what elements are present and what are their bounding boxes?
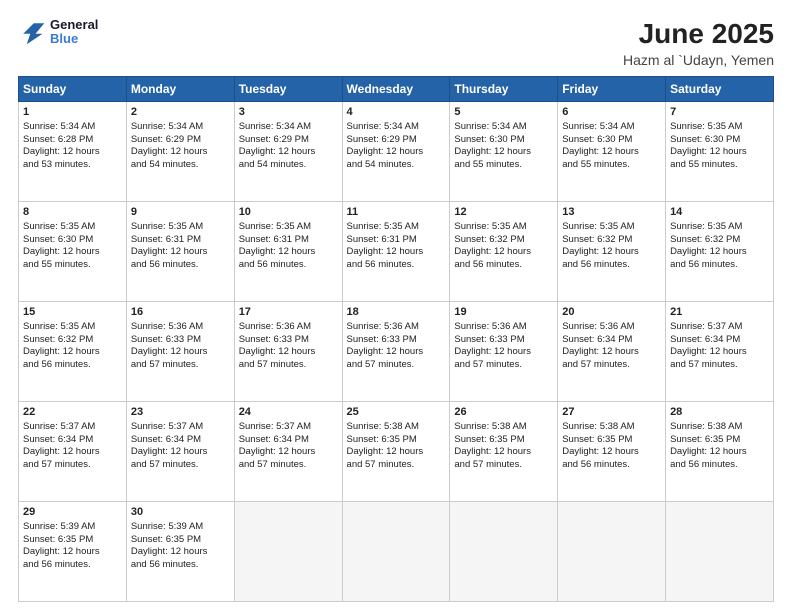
logo: General Blue bbox=[18, 18, 98, 47]
calendar-cell: 30Sunrise: 5:39 AMSunset: 6:35 PMDayligh… bbox=[126, 502, 234, 602]
calendar-cell: 15Sunrise: 5:35 AMSunset: 6:32 PMDayligh… bbox=[19, 302, 127, 402]
day-number: 5 bbox=[454, 105, 553, 120]
logo-icon bbox=[18, 18, 46, 46]
day-number: 30 bbox=[131, 505, 230, 520]
header: General Blue June 2025 Hazm al `Udayn, Y… bbox=[18, 18, 774, 68]
day-number: 29 bbox=[23, 505, 122, 520]
day-number: 27 bbox=[562, 405, 661, 420]
week-row-2: 8Sunrise: 5:35 AMSunset: 6:30 PMDaylight… bbox=[19, 202, 774, 302]
day-number: 19 bbox=[454, 305, 553, 320]
calendar-cell: 24Sunrise: 5:37 AMSunset: 6:34 PMDayligh… bbox=[234, 402, 342, 502]
day-number: 12 bbox=[454, 205, 553, 220]
weekday-header-sunday: Sunday bbox=[19, 77, 127, 102]
weekday-header-thursday: Thursday bbox=[450, 77, 558, 102]
calendar-cell: 19Sunrise: 5:36 AMSunset: 6:33 PMDayligh… bbox=[450, 302, 558, 402]
calendar-cell: 9Sunrise: 5:35 AMSunset: 6:31 PMDaylight… bbox=[126, 202, 234, 302]
calendar-cell bbox=[342, 502, 450, 602]
day-number: 7 bbox=[670, 105, 769, 120]
calendar-cell: 7Sunrise: 5:35 AMSunset: 6:30 PMDaylight… bbox=[666, 102, 774, 202]
day-number: 15 bbox=[23, 305, 122, 320]
calendar-cell: 4Sunrise: 5:34 AMSunset: 6:29 PMDaylight… bbox=[342, 102, 450, 202]
day-number: 11 bbox=[347, 205, 446, 220]
logo-line1: General bbox=[50, 18, 98, 32]
calendar-cell bbox=[450, 502, 558, 602]
day-number: 13 bbox=[562, 205, 661, 220]
calendar-cell: 29Sunrise: 5:39 AMSunset: 6:35 PMDayligh… bbox=[19, 502, 127, 602]
calendar-cell: 8Sunrise: 5:35 AMSunset: 6:30 PMDaylight… bbox=[19, 202, 127, 302]
day-number: 6 bbox=[562, 105, 661, 120]
day-number: 24 bbox=[239, 405, 338, 420]
calendar-cell: 12Sunrise: 5:35 AMSunset: 6:32 PMDayligh… bbox=[450, 202, 558, 302]
title-area: June 2025 Hazm al `Udayn, Yemen bbox=[623, 18, 774, 68]
week-row-1: 1Sunrise: 5:34 AMSunset: 6:28 PMDaylight… bbox=[19, 102, 774, 202]
day-number: 10 bbox=[239, 205, 338, 220]
day-number: 1 bbox=[23, 105, 122, 120]
logo-line2: Blue bbox=[50, 32, 98, 46]
day-number: 22 bbox=[23, 405, 122, 420]
weekday-header-saturday: Saturday bbox=[666, 77, 774, 102]
day-number: 9 bbox=[131, 205, 230, 220]
day-number: 17 bbox=[239, 305, 338, 320]
calendar-cell: 2Sunrise: 5:34 AMSunset: 6:29 PMDaylight… bbox=[126, 102, 234, 202]
day-number: 21 bbox=[670, 305, 769, 320]
day-number: 14 bbox=[670, 205, 769, 220]
day-number: 16 bbox=[131, 305, 230, 320]
calendar-cell bbox=[558, 502, 666, 602]
calendar-cell bbox=[666, 502, 774, 602]
day-number: 20 bbox=[562, 305, 661, 320]
calendar-cell: 6Sunrise: 5:34 AMSunset: 6:30 PMDaylight… bbox=[558, 102, 666, 202]
day-number: 25 bbox=[347, 405, 446, 420]
calendar-cell: 1Sunrise: 5:34 AMSunset: 6:28 PMDaylight… bbox=[19, 102, 127, 202]
calendar-cell: 20Sunrise: 5:36 AMSunset: 6:34 PMDayligh… bbox=[558, 302, 666, 402]
calendar-cell: 13Sunrise: 5:35 AMSunset: 6:32 PMDayligh… bbox=[558, 202, 666, 302]
day-number: 3 bbox=[239, 105, 338, 120]
location-title: Hazm al `Udayn, Yemen bbox=[623, 52, 774, 68]
day-number: 28 bbox=[670, 405, 769, 420]
week-row-4: 22Sunrise: 5:37 AMSunset: 6:34 PMDayligh… bbox=[19, 402, 774, 502]
calendar-cell: 17Sunrise: 5:36 AMSunset: 6:33 PMDayligh… bbox=[234, 302, 342, 402]
week-row-3: 15Sunrise: 5:35 AMSunset: 6:32 PMDayligh… bbox=[19, 302, 774, 402]
day-number: 23 bbox=[131, 405, 230, 420]
weekday-header-row: SundayMondayTuesdayWednesdayThursdayFrid… bbox=[19, 77, 774, 102]
month-title: June 2025 bbox=[623, 18, 774, 50]
day-number: 18 bbox=[347, 305, 446, 320]
calendar-cell: 10Sunrise: 5:35 AMSunset: 6:31 PMDayligh… bbox=[234, 202, 342, 302]
calendar-cell bbox=[234, 502, 342, 602]
logo-text: General Blue bbox=[50, 18, 98, 47]
calendar-cell: 28Sunrise: 5:38 AMSunset: 6:35 PMDayligh… bbox=[666, 402, 774, 502]
weekday-header-monday: Monday bbox=[126, 77, 234, 102]
day-number: 8 bbox=[23, 205, 122, 220]
calendar-cell: 18Sunrise: 5:36 AMSunset: 6:33 PMDayligh… bbox=[342, 302, 450, 402]
calendar-cell: 27Sunrise: 5:38 AMSunset: 6:35 PMDayligh… bbox=[558, 402, 666, 502]
day-number: 26 bbox=[454, 405, 553, 420]
week-row-5: 29Sunrise: 5:39 AMSunset: 6:35 PMDayligh… bbox=[19, 502, 774, 602]
calendar-table: SundayMondayTuesdayWednesdayThursdayFrid… bbox=[18, 76, 774, 602]
day-number: 2 bbox=[131, 105, 230, 120]
calendar-cell: 22Sunrise: 5:37 AMSunset: 6:34 PMDayligh… bbox=[19, 402, 127, 502]
page: General Blue June 2025 Hazm al `Udayn, Y… bbox=[0, 0, 792, 612]
weekday-header-friday: Friday bbox=[558, 77, 666, 102]
calendar-cell: 26Sunrise: 5:38 AMSunset: 6:35 PMDayligh… bbox=[450, 402, 558, 502]
calendar-cell: 25Sunrise: 5:38 AMSunset: 6:35 PMDayligh… bbox=[342, 402, 450, 502]
calendar-cell: 21Sunrise: 5:37 AMSunset: 6:34 PMDayligh… bbox=[666, 302, 774, 402]
weekday-header-wednesday: Wednesday bbox=[342, 77, 450, 102]
calendar-cell: 3Sunrise: 5:34 AMSunset: 6:29 PMDaylight… bbox=[234, 102, 342, 202]
calendar-cell: 11Sunrise: 5:35 AMSunset: 6:31 PMDayligh… bbox=[342, 202, 450, 302]
calendar-cell: 23Sunrise: 5:37 AMSunset: 6:34 PMDayligh… bbox=[126, 402, 234, 502]
calendar-cell: 14Sunrise: 5:35 AMSunset: 6:32 PMDayligh… bbox=[666, 202, 774, 302]
calendar-cell: 5Sunrise: 5:34 AMSunset: 6:30 PMDaylight… bbox=[450, 102, 558, 202]
day-number: 4 bbox=[347, 105, 446, 120]
weekday-header-tuesday: Tuesday bbox=[234, 77, 342, 102]
calendar-cell: 16Sunrise: 5:36 AMSunset: 6:33 PMDayligh… bbox=[126, 302, 234, 402]
